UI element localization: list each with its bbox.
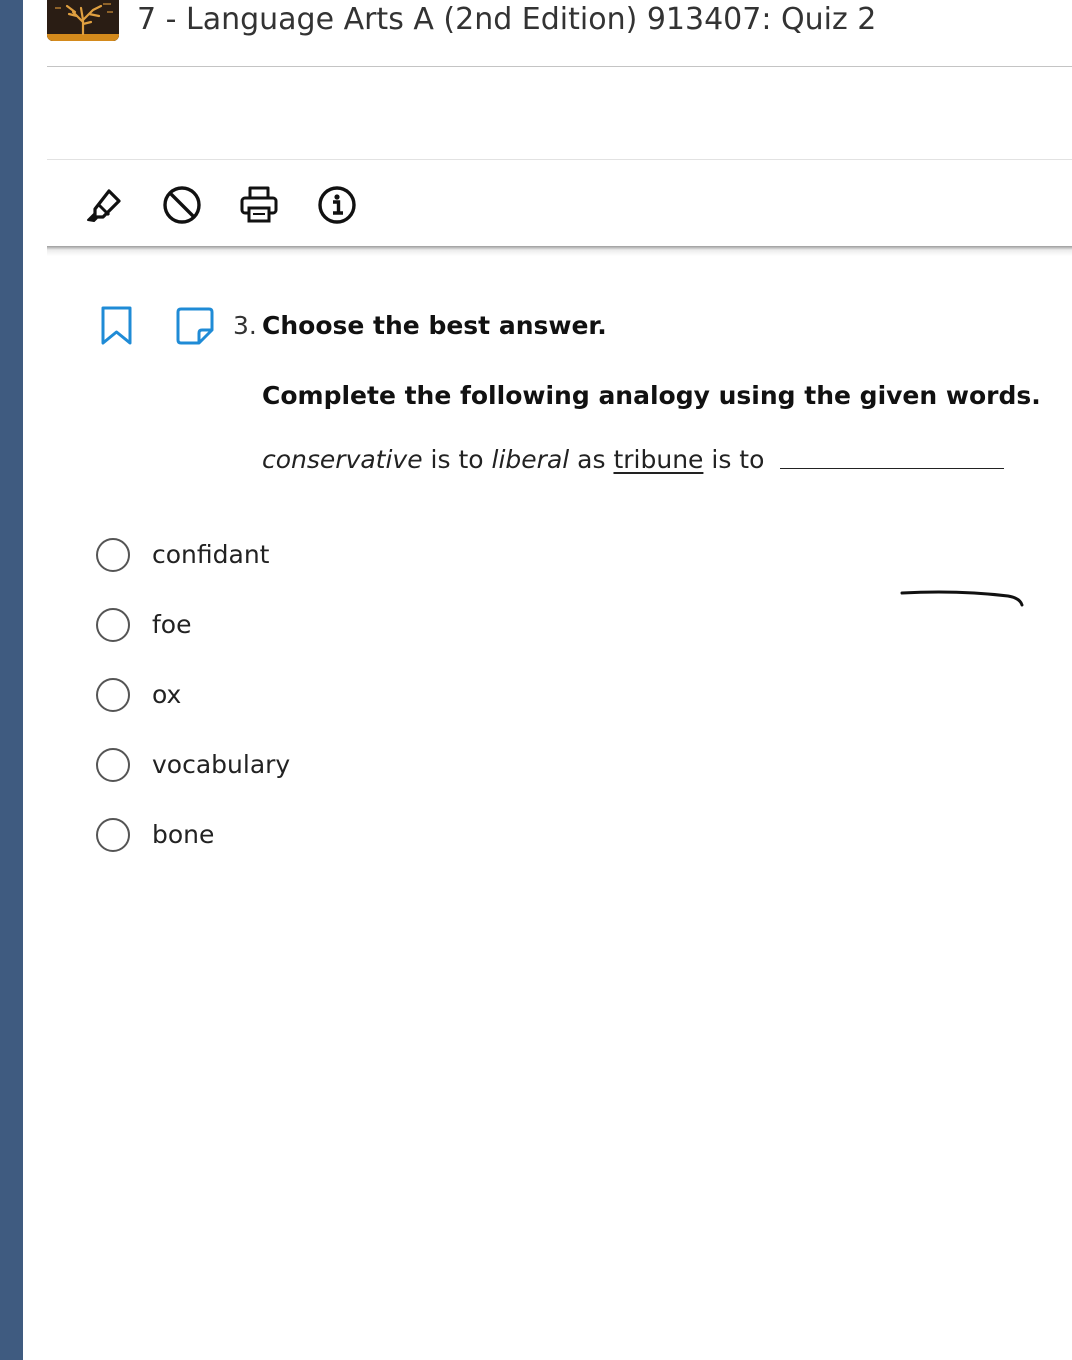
- answer-option[interactable]: bone: [96, 815, 496, 855]
- radio-button[interactable]: [96, 538, 130, 572]
- highlighter-button[interactable]: [83, 183, 127, 227]
- info-icon: [318, 186, 356, 224]
- print-button[interactable]: [237, 183, 281, 227]
- analogy-sentence: conservative is to liberal as tribune is…: [262, 444, 1005, 476]
- analogy-connector-3: is to: [703, 445, 773, 474]
- analogy-word-1: conservative: [262, 445, 423, 474]
- analogy-connector-1: is to: [422, 445, 492, 474]
- sticky-note-icon: [176, 307, 214, 345]
- pen-stroke-mark: [900, 590, 1024, 607]
- highlighter-icon: [87, 189, 121, 222]
- answer-option-label: vocabulary: [152, 750, 291, 779]
- eliminate-answer-button[interactable]: [160, 183, 204, 227]
- printer-icon: [240, 186, 278, 223]
- answer-option[interactable]: ox: [96, 675, 496, 715]
- answer-option-label: ox: [152, 680, 182, 709]
- answer-option[interactable]: vocabulary: [96, 745, 496, 785]
- answer-option[interactable]: confidant: [96, 535, 496, 575]
- page-title: 7 - Language Arts A (2nd Edition) 913407…: [137, 2, 877, 37]
- radio-button[interactable]: [96, 678, 130, 712]
- prohibit-icon: [163, 186, 201, 224]
- answer-option-label: foe: [152, 610, 192, 639]
- bookmark-icon: [101, 306, 132, 345]
- bookmark-button[interactable]: [100, 306, 134, 350]
- answer-option-label: bone: [152, 820, 215, 849]
- question-instruction: Complete the following analogy using the…: [262, 381, 1041, 410]
- quiz-page: 7 - Language Arts A (2nd Edition) 913407…: [0, 0, 1072, 1360]
- toolbar-shadow: [47, 246, 1072, 256]
- question-number: 3.: [233, 311, 257, 340]
- divider: [47, 159, 1072, 160]
- info-button[interactable]: [315, 183, 359, 227]
- toolbar: [47, 161, 1072, 247]
- radio-button[interactable]: [96, 608, 130, 642]
- left-sidebar-rail: [0, 0, 23, 1360]
- radio-button[interactable]: [96, 748, 130, 782]
- answer-option[interactable]: foe: [96, 605, 496, 645]
- tree-logo-icon: [47, 0, 119, 41]
- question-prompt: Choose the best answer.: [262, 311, 607, 340]
- radio-button[interactable]: [96, 818, 130, 852]
- page-header: 7 - Language Arts A (2nd Edition) 913407…: [47, 0, 1072, 67]
- note-button[interactable]: [176, 307, 214, 349]
- analogy-word-3: tribune: [613, 445, 704, 474]
- answer-blank: [780, 468, 1005, 469]
- analogy-connector-2: as: [569, 445, 614, 474]
- analogy-word-2: liberal: [491, 445, 570, 474]
- answer-option-label: confidant: [152, 540, 270, 569]
